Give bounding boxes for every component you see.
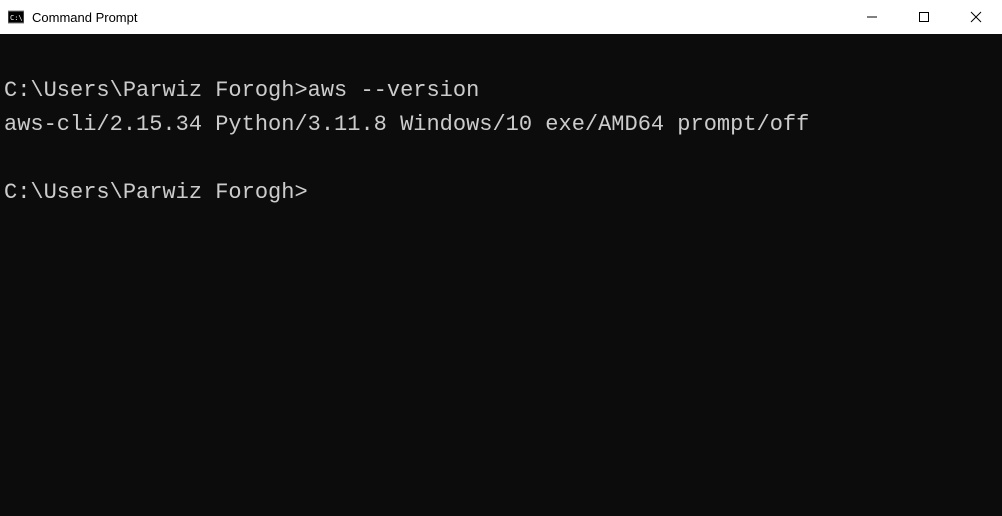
prompt-text: C:\Users\Parwiz Forogh> (4, 180, 308, 205)
maximize-button[interactable] (898, 0, 950, 34)
current-prompt-line: C:\Users\Parwiz Forogh> (4, 176, 998, 210)
output-line: aws-cli/2.15.34 Python/3.11.8 Windows/10… (4, 108, 998, 142)
svg-text:C:\: C:\ (10, 14, 23, 22)
window-title: Command Prompt (32, 10, 137, 25)
command-text: aws --version (308, 74, 480, 108)
titlebar[interactable]: C:\ Command Prompt (0, 0, 1002, 34)
close-button[interactable] (950, 0, 1002, 34)
command-line: C:\Users\Parwiz Forogh>aws --version (4, 74, 998, 108)
terminal-area[interactable]: C:\Users\Parwiz Forogh>aws --version aws… (0, 34, 1002, 516)
minimize-button[interactable] (846, 0, 898, 34)
window-controls (846, 0, 1002, 34)
prompt-text: C:\Users\Parwiz Forogh> (4, 74, 308, 108)
terminal-icon: C:\ (8, 9, 24, 25)
